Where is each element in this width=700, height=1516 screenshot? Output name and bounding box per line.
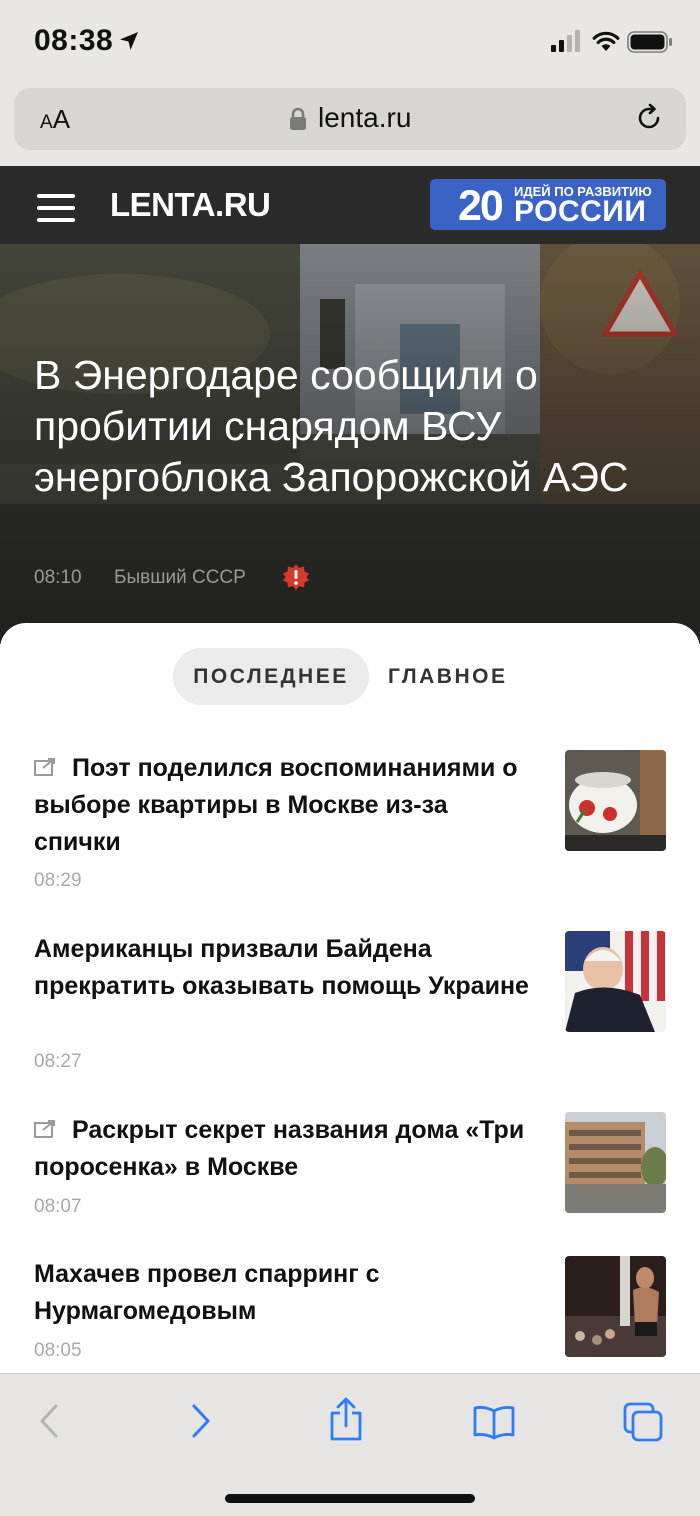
- tab-main[interactable]: ГЛАВНОЕ: [388, 648, 507, 705]
- hero-time: 08:10: [34, 567, 82, 588]
- building-photo[interactable]: [565, 1112, 666, 1213]
- news-title[interactable]: Американцы призвали Байдена прекратить о…: [34, 931, 539, 1005]
- text-size-button[interactable]: AA: [40, 104, 70, 135]
- browser-address-area: AA lenta.ru: [0, 88, 700, 166]
- forward-icon[interactable]: [188, 1402, 214, 1440]
- hero-article[interactable]: В Энергодаре сообщили о пробитии снарядо…: [0, 244, 700, 644]
- address-bar[interactable]: AA lenta.ru: [14, 88, 686, 150]
- tab-latest[interactable]: ПОСЛЕДНЕЕ: [173, 648, 369, 705]
- back-icon[interactable]: [36, 1402, 62, 1440]
- site-logo[interactable]: LENTA.RU: [110, 186, 271, 224]
- fighter-photo[interactable]: [565, 1256, 666, 1357]
- status-bar: 08:38: [0, 0, 700, 88]
- external-link-icon: [34, 758, 55, 776]
- cellular-signal-icon: [551, 30, 580, 52]
- bookmarks-icon[interactable]: [472, 1404, 516, 1440]
- browser-toolbar: [0, 1373, 700, 1516]
- promo-big-line: РОССИИ: [514, 195, 647, 228]
- news-time: 08:29: [34, 870, 82, 891]
- news-time: 08:07: [34, 1196, 82, 1217]
- share-icon[interactable]: [328, 1396, 364, 1442]
- wifi-icon: [592, 31, 620, 51]
- news-title[interactable]: Махачев провел спарринг с Нурмагомедовым: [34, 1256, 539, 1330]
- site-header: LENTA.RU 20 ИДЕЙ ПО РАЗВИТИЮ РОССИИ: [0, 166, 700, 244]
- lock-icon: [290, 107, 306, 130]
- promo-number: 20: [458, 182, 504, 230]
- news-time: 08:05: [34, 1340, 82, 1361]
- menu-icon[interactable]: [37, 194, 75, 230]
- promo-banner[interactable]: 20 ИДЕЙ ПО РАЗВИТИЮ РОССИИ: [430, 179, 666, 230]
- news-title[interactable]: Раскрыт секрет названия дома «Три поросе…: [34, 1112, 539, 1186]
- news-time: 08:27: [34, 1051, 82, 1072]
- news-title[interactable]: Поэт поделился воспоминаниями о выборе к…: [34, 750, 539, 861]
- battery-icon: [627, 31, 672, 53]
- location-arrow-icon: [120, 32, 138, 50]
- hero-title[interactable]: В Энергодаре сообщили о пробитии снарядо…: [34, 350, 634, 503]
- hero-rubric[interactable]: Бывший СССР: [114, 567, 246, 589]
- home-indicator: [225, 1494, 475, 1503]
- reload-icon[interactable]: [633, 102, 665, 134]
- news-panel: ПОСЛЕДНЕЕ ГЛАВНОЕ Поэт поделился воспоми…: [0, 623, 700, 1383]
- url-text[interactable]: lenta.ru: [318, 102, 411, 134]
- status-time: 08:38: [34, 24, 114, 57]
- teapot-photo[interactable]: [565, 750, 666, 851]
- external-link-icon: [34, 1120, 55, 1138]
- tabs-icon[interactable]: [622, 1401, 664, 1443]
- biden-photo[interactable]: [565, 931, 666, 1032]
- breaking-alert-icon: [283, 564, 309, 590]
